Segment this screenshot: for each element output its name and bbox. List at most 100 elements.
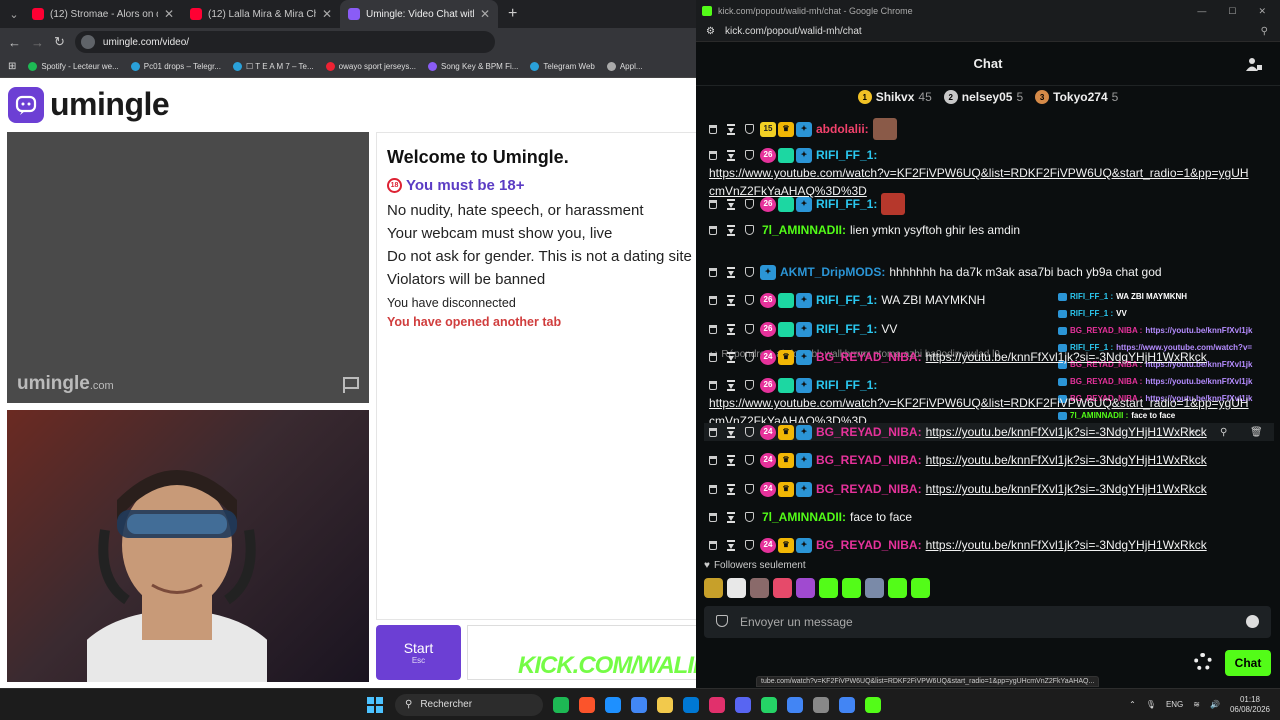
taskbar-app-icon[interactable] xyxy=(787,696,803,713)
chat-message[interactable]: 26 ✦ RIFI_FF_1: VV xyxy=(709,320,1269,338)
chat-message-input[interactable]: Envoyer un message xyxy=(704,606,1271,638)
chat-message[interactable]: 26 ✦ RIFI_FF_1: https://www.youtube.com/wat… xyxy=(709,146,1269,200)
emote-icon[interactable] xyxy=(819,578,838,598)
ban-icon[interactable] xyxy=(745,295,754,305)
emoji-icon[interactable] xyxy=(1246,615,1259,628)
taskbar-app-icon[interactable] xyxy=(683,696,699,713)
tab-lalla-mira[interactable]: (12) Lalla Mira & Mira Chelha ✕ xyxy=(182,0,340,28)
microphone-icon[interactable]: 🎙 xyxy=(1146,700,1156,709)
delete-icon[interactable] xyxy=(709,124,717,134)
bookmark-owayo[interactable]: owayo sport jerseys... xyxy=(325,62,416,71)
delete-icon[interactable] xyxy=(709,150,717,160)
taskbar-app-icon[interactable] xyxy=(605,696,621,713)
delete-icon[interactable] xyxy=(709,512,717,522)
ban-icon[interactable] xyxy=(745,199,754,209)
taskbar-app-icon[interactable] xyxy=(631,696,647,713)
ban-icon[interactable] xyxy=(745,352,754,362)
taskbar-app-icon[interactable] xyxy=(553,696,569,713)
tab-search-icon[interactable]: ⌄ xyxy=(4,8,24,21)
chat-message[interactable]: 26 ✦ RIFI_FF_1: xyxy=(709,193,1269,215)
chat-message[interactable]: 24 ♛ ✦ BG_REYAD_NIBA: https://youtu.be/knnFf… xyxy=(709,451,1269,469)
close-icon[interactable]: ✕ xyxy=(322,7,332,21)
chat-link[interactable]: https://youtu.be/knnFfXvl1jk?si=-3NdgYHj… xyxy=(926,480,1207,498)
chat-username[interactable]: RIFI_FF_1: xyxy=(816,376,877,394)
taskbar-search[interactable]: ⚲ Rechercher xyxy=(395,693,543,716)
chat-message[interactable]: 15 ♛ ✦ abdolalii: xyxy=(709,118,1269,140)
chat-message[interactable]: 24 ♛ ✦ BG_REYAD_NIBA: https://youtu.be/knnFf… xyxy=(709,536,1269,554)
wifi-icon[interactable]: ≋ xyxy=(1193,700,1200,709)
chat-username[interactable]: abdolalii: xyxy=(816,120,869,138)
emote-icon[interactable] xyxy=(865,578,884,598)
timeout-icon[interactable] xyxy=(727,426,735,438)
timeout-icon[interactable] xyxy=(727,454,735,466)
timeout-icon[interactable] xyxy=(727,149,735,161)
chat-username[interactable]: RIFI_FF_1: xyxy=(816,146,877,164)
leaderboard-entry[interactable]: 2 nelsey05 5 xyxy=(943,90,1023,104)
minimize-icon[interactable]: — xyxy=(1197,6,1206,17)
users-settings-icon[interactable] xyxy=(1246,56,1262,72)
chat-messages[interactable]: ↩ Répondre à abdo_wbl: walkhrrrrrr ntoma … xyxy=(696,110,1280,555)
taskbar-app-icon[interactable] xyxy=(709,696,725,713)
timeout-icon[interactable] xyxy=(727,123,735,135)
volume-icon[interactable]: 🔊 xyxy=(1210,700,1220,709)
ban-icon[interactable] xyxy=(745,484,754,494)
timeout-icon[interactable] xyxy=(727,266,735,278)
close-window-icon[interactable]: ✕ xyxy=(1258,6,1266,17)
ban-icon[interactable] xyxy=(745,512,754,522)
delete-icon[interactable] xyxy=(709,324,717,334)
chat-message[interactable]: 26 ✦ RIFI_FF_1: WA ZBI MAYMKNH xyxy=(709,291,1269,309)
forward-icon[interactable]: → xyxy=(31,35,44,50)
bookmark-telegram[interactable]: Telegram Web xyxy=(530,62,595,71)
delete-icon[interactable] xyxy=(709,199,717,209)
emote-icon[interactable] xyxy=(727,578,746,598)
bookmark-songkey[interactable]: Song Key & BPM Fi... xyxy=(428,62,518,71)
gear-icon[interactable] xyxy=(1194,653,1212,671)
timeout-icon[interactable] xyxy=(727,224,735,236)
ban-icon[interactable] xyxy=(745,225,754,235)
reload-icon[interactable]: ↻ xyxy=(54,34,65,50)
address-bar[interactable]: umingle.com/video/ xyxy=(74,31,495,53)
chat-link[interactable]: https://youtu.be/knnFfXvl1jk?si=-3NdgYHj… xyxy=(926,536,1207,554)
chat-message[interactable]: 24 ♛ ✦ BG_REYAD_NIBA: https://youtu.be/knnFf… xyxy=(709,348,1269,366)
zoom-icon[interactable]: ⚲ xyxy=(1261,26,1280,37)
chat-link[interactable]: https://youtu.be/knnFfXvl1jk?si=-3NdgYHj… xyxy=(926,451,1207,469)
delete-icon[interactable] xyxy=(709,295,717,305)
chat-username[interactable]: BG_REYAD_NIBA: xyxy=(816,348,922,366)
chat-link[interactable]: https://youtu.be/knnFfXvl1jk?si=-3NdgYHj… xyxy=(926,423,1207,441)
chat-message[interactable]: 26 ✦ RIFI_FF_1: https://www.youtube.com/wat… xyxy=(709,376,1269,430)
back-icon[interactable]: ← xyxy=(8,35,21,50)
bookmark-pc01[interactable]: Pc01 drops – Telegr... xyxy=(130,62,221,71)
ban-icon[interactable] xyxy=(745,150,754,160)
taskbar-app-icon[interactable] xyxy=(839,696,855,713)
emote-icon[interactable] xyxy=(842,578,861,598)
close-icon[interactable]: ✕ xyxy=(164,7,174,21)
ban-icon[interactable] xyxy=(745,380,754,390)
delete-icon[interactable] xyxy=(709,352,717,362)
site-settings-icon[interactable]: ⚙ xyxy=(706,26,715,37)
timeout-icon[interactable] xyxy=(727,539,735,551)
ban-icon[interactable] xyxy=(745,455,754,465)
chat-message[interactable]: ✦ AKMT_DripMODS: hhhhhhh ha da7k m3ak asa7… xyxy=(709,263,1269,281)
bookmark-apple[interactable]: Appl... xyxy=(606,62,643,71)
ban-icon[interactable] xyxy=(745,124,754,134)
taskbar-app-icon[interactable] xyxy=(813,696,829,713)
timeout-icon[interactable] xyxy=(727,294,735,306)
chat-username[interactable]: 7l_AMINNADII: xyxy=(762,508,846,526)
timeout-icon[interactable] xyxy=(727,511,735,523)
windows-start-icon[interactable] xyxy=(367,696,383,713)
chat-username[interactable]: RIFI_FF_1: xyxy=(816,291,877,309)
new-tab-icon[interactable]: + xyxy=(498,5,517,23)
chat-username[interactable]: RIFI_FF_1: xyxy=(816,320,877,338)
chat-message[interactable]: 24 ♛ ✦ BG_REYAD_NIBA: https://youtu.be/knnFf… xyxy=(709,480,1269,498)
taskbar-app-icon[interactable] xyxy=(579,696,595,713)
delete-icon[interactable] xyxy=(709,455,717,465)
ban-icon[interactable] xyxy=(745,427,754,437)
leaderboard-entry[interactable]: 3 Tokyo274 5 xyxy=(1035,90,1118,104)
reply-icon[interactable]: ↩ xyxy=(1190,424,1202,438)
delete-icon[interactable] xyxy=(709,540,717,550)
emote-icon[interactable] xyxy=(773,578,792,598)
chat-link[interactable]: https://youtu.be/knnFfXvl1jk?si=-3NdgYHj… xyxy=(926,348,1207,366)
chat-username[interactable]: BG_REYAD_NIBA: xyxy=(816,536,922,554)
bookmark-team7[interactable]: ☐ T E A M 7 – Te... xyxy=(233,62,314,71)
chat-username[interactable]: BG_REYAD_NIBA: xyxy=(816,423,922,441)
